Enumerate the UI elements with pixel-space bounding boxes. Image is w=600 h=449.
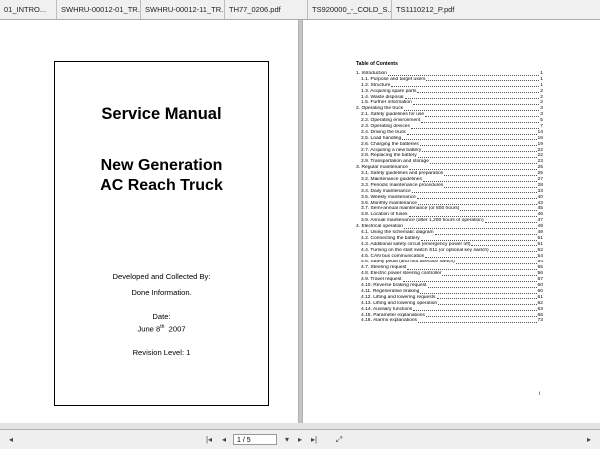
tab-5[interactable]: TS920000_-_COLD_S... <box>308 0 392 19</box>
toc-leader-dots <box>436 298 537 300</box>
tab-label: TH77_0206.pdf <box>229 5 281 14</box>
cover-subtitle: New Generation AC Reach Truck <box>55 156 268 196</box>
toc-leader-dots <box>417 92 540 94</box>
revision-level: Revision Level: 1 <box>132 348 191 357</box>
tab-6[interactable]: TS1110212_P.pdf <box>392 0 475 19</box>
toc-leader-dots <box>460 210 537 212</box>
toc-leader-dots <box>411 192 537 194</box>
toc-leader-dots <box>417 157 537 159</box>
toc-entry[interactable]: 4.16. Alarms explanations 73 <box>356 318 543 324</box>
toc-leader-dots <box>429 162 537 164</box>
tab-1[interactable]: 01_INTRO... <box>0 0 57 19</box>
toc-leader-dots <box>418 322 537 323</box>
date-day: June 8 <box>137 324 161 334</box>
toc-leader-dots <box>404 98 540 100</box>
toc-leader-dots <box>388 74 540 76</box>
cover-page: Service Manual New Generation AC Reach T… <box>0 20 298 429</box>
toc-entry-page: 73 <box>537 318 543 324</box>
tab-label: TS1110212_P.pdf <box>396 5 455 14</box>
toc-leader-dots <box>412 104 540 106</box>
toc-leader-dots <box>418 204 537 206</box>
tab-4[interactable]: TH77_0206.pdf <box>225 0 308 19</box>
toc-page: Table of Contents 1. Introduction 1 1.1. P… <box>303 20 600 429</box>
toc-leader-dots <box>402 280 537 282</box>
toc-leader-dots <box>410 127 540 129</box>
subtitle-line-2: AC Reach Truck <box>100 177 223 194</box>
page-dropdown-icon[interactable]: ▾ <box>281 434 293 445</box>
skip-first-icon[interactable]: |◂ <box>203 434 215 445</box>
toc-leader-dots <box>404 227 537 229</box>
toc-leader-dots <box>406 133 537 135</box>
toc-leader-dots <box>489 251 537 253</box>
tab-label: SWHRU-00012-01_TR... <box>61 5 141 14</box>
scroll-left-icon[interactable]: ◂ <box>5 434 17 445</box>
next-page-icon[interactable]: ▸ <box>294 434 306 445</box>
toc-leader-dots <box>404 109 540 111</box>
toc-leader-dots <box>444 174 537 176</box>
toc-entry-title: 4.16. Alarms explanations <box>361 318 418 324</box>
toc-leader-dots <box>416 198 537 200</box>
toc-leader-dots <box>484 221 537 223</box>
tab-2[interactable]: SWHRU-00012-01_TR... <box>57 0 141 19</box>
tab-bar: 01_INTRO... SWHRU-00012-01_TR... SWHRU-0… <box>0 0 600 20</box>
toc-leader-dots <box>391 86 540 88</box>
date-value: June 8th 2007 <box>55 322 268 335</box>
developed-line-1: Developed and Collected By: <box>112 272 211 281</box>
skip-last-icon[interactable]: ▸| <box>308 434 320 445</box>
toc-title: Table of Contents <box>356 61 398 67</box>
document-viewer[interactable]: Service Manual New Generation AC Reach T… <box>0 20 600 429</box>
toc-leader-dots <box>402 139 537 141</box>
toc-leader-dots <box>471 245 537 247</box>
toc-leader-dots <box>434 233 537 235</box>
tab-3[interactable]: SWHRU-00012-11_TR... <box>141 0 225 19</box>
page-number: i <box>539 391 541 397</box>
toc-leader-dots <box>425 115 540 117</box>
toc-list: 1. Introduction 1 1.1. Purpose and target … <box>356 71 543 324</box>
toc-leader-dots <box>408 168 537 170</box>
toc-leader-dots <box>419 145 537 147</box>
toc-leader-dots <box>425 257 537 259</box>
toc-leader-dots <box>413 310 537 312</box>
toc-leader-dots <box>422 180 537 182</box>
date-sup: th <box>160 324 165 330</box>
status-bar: ◂ |◂ ◂ 1 / 5 ▾ ▸ ▸| ⤢ ▸ <box>0 429 600 449</box>
toc-leader-dots <box>420 292 537 294</box>
cover-title: Service Manual <box>101 105 222 123</box>
subtitle-line-1: New Generation <box>100 157 223 174</box>
toc-leader-dots <box>408 215 537 217</box>
tab-label: TS920000_-_COLD_S... <box>312 5 392 14</box>
developed-line-2: Done Information. <box>131 288 192 297</box>
toc-leader-dots <box>407 268 537 270</box>
date-label: Date: <box>152 312 171 321</box>
page-number-field[interactable]: 1 / 5 <box>233 434 277 445</box>
toc-leader-dots <box>442 274 537 276</box>
developed-by: Developed and Collected By: Done Informa… <box>55 269 268 301</box>
toc-leader-dots <box>421 121 540 123</box>
scroll-right-icon[interactable]: ▸ <box>583 434 595 445</box>
toc-leader-dots <box>426 80 540 82</box>
tab-label: SWHRU-00012-11_TR... <box>145 5 225 14</box>
toc-leader-dots <box>438 304 537 306</box>
toc-leader-dots <box>455 263 537 265</box>
toc-leader-dots <box>422 151 537 153</box>
zoom-icon[interactable]: ⤢ <box>333 434 345 445</box>
toc-leader-dots <box>425 316 537 318</box>
tab-label: 01_INTRO... <box>4 5 47 14</box>
toc-leader-dots <box>420 239 537 241</box>
cover-frame: Service Manual New Generation AC Reach T… <box>54 61 269 406</box>
cover-date: Date: June 8th 2007 <box>55 312 268 335</box>
toc-leader-dots <box>427 286 537 288</box>
date-year: 2007 <box>168 324 186 334</box>
prev-page-icon[interactable]: ◂ <box>218 434 230 445</box>
toc-leader-dots <box>444 186 537 188</box>
